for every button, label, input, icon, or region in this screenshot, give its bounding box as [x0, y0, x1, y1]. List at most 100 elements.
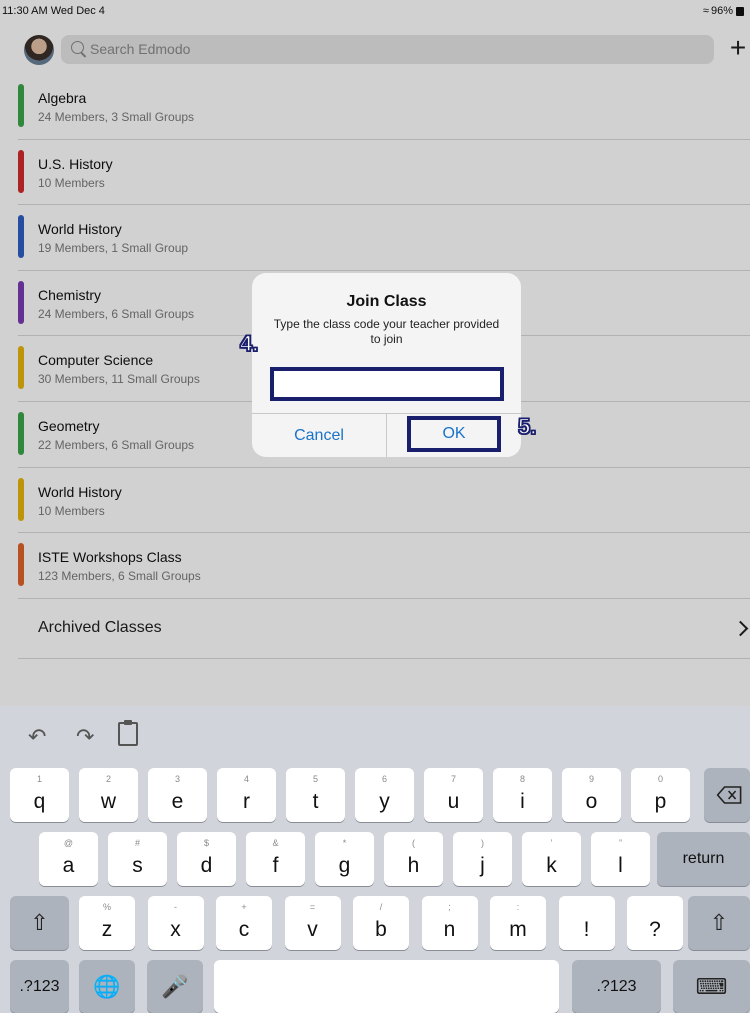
key-label: .?123: [596, 977, 637, 995]
key-g[interactable]: * g: [315, 832, 374, 886]
key-label: f: [272, 854, 279, 877]
key-label: k: [546, 854, 557, 877]
key-label: r: [243, 790, 250, 813]
key-label: m: [509, 918, 527, 941]
key-secondary-label: 6: [381, 774, 387, 784]
key-secondary-label: ): [481, 838, 484, 848]
shift-key-right[interactable]: ⇧: [688, 896, 750, 950]
key-secondary-label: #: [134, 838, 140, 848]
key-l[interactable]: ” l: [591, 832, 650, 886]
step-5-annotation: 5.: [517, 413, 537, 440]
key-label: t: [312, 790, 319, 813]
mic-icon: 🎤: [161, 973, 189, 999]
dialog-title: Join Class: [346, 293, 427, 310]
key-secondary-label: 8: [519, 774, 525, 784]
shift-icon: ⇧: [30, 910, 49, 935]
key-k[interactable]: ’ k: [522, 832, 581, 886]
key-label: e: [171, 790, 184, 813]
key-f[interactable]: & f: [246, 832, 305, 886]
key-secondary-label: 4: [243, 774, 249, 784]
ok-button[interactable]: OK: [407, 416, 501, 452]
key-v[interactable]: = v: [284, 896, 341, 950]
key-label: h: [407, 854, 420, 877]
key-h[interactable]: (h: [384, 832, 443, 886]
key-label: g: [338, 854, 351, 877]
keyboard-shortcut-bar: ↶ ↷: [0, 706, 750, 764]
key-p[interactable]: 0p: [631, 768, 690, 822]
key-label: o: [585, 790, 598, 813]
key-q[interactable]: 1q: [10, 768, 69, 822]
hide-keyboard-key[interactable]: ⌨: [673, 960, 750, 1013]
key-m[interactable]: :m: [490, 896, 546, 950]
keyboard-hide-icon: ⌨: [695, 973, 728, 999]
key-c[interactable]: + c: [216, 896, 272, 950]
key-label: !: [583, 918, 590, 941]
key-y[interactable]: 6y: [355, 768, 414, 822]
key-secondary-label: ’: [550, 838, 553, 848]
key-secondary-label: $: [203, 838, 209, 848]
on-screen-keyboard: ↶ ↷ 1 q 2 w 3 e 4 r 5 t 6 y 7 u 8 i 9 o 0 p @ a # s $ d & f * g(h) j’ k…: [0, 706, 750, 1013]
key-u[interactable]: 7u: [424, 768, 483, 822]
key-secondary-label: &: [272, 838, 279, 848]
key-label: b: [375, 918, 387, 941]
dictation-key[interactable]: 🎤: [147, 960, 203, 1013]
key-label: x: [170, 918, 181, 941]
space-key[interactable]: [214, 960, 559, 1013]
key-exclamation[interactable]: !: [558, 896, 615, 950]
key-label: d: [200, 854, 213, 877]
key-secondary-label: =: [309, 902, 316, 912]
cancel-button[interactable]: Cancel: [252, 414, 386, 457]
key-secondary-label: *: [342, 838, 347, 848]
key-n[interactable]: ; n: [421, 896, 478, 950]
key-i[interactable]: 8i: [493, 768, 552, 822]
key-label: ?: [649, 918, 661, 941]
key-s[interactable]: # s: [108, 832, 167, 886]
undo-icon[interactable]: ↶: [28, 724, 46, 750]
dialog-message: Type the class code your teacher provide…: [273, 317, 500, 346]
key-label: .?123: [19, 977, 60, 995]
key-secondary-label: 1: [36, 774, 42, 784]
key-x[interactable]: -x: [147, 896, 204, 950]
key-secondary-label: %: [102, 902, 111, 912]
key-w[interactable]: 2w: [79, 768, 138, 822]
key-label: q: [33, 790, 46, 813]
key-label: v: [307, 918, 318, 941]
key-secondary-label: ;: [448, 902, 451, 912]
key-r[interactable]: 4r: [217, 768, 276, 822]
join-class-dialog: Join Class Type the class code your teac…: [252, 273, 521, 457]
key-secondary-label: 2: [105, 774, 111, 784]
numbers-key-right[interactable]: .?123: [572, 960, 661, 1013]
numbers-key-left[interactable]: .?123: [10, 960, 69, 1013]
key-z[interactable]: % z: [79, 896, 135, 950]
key-secondary-label: /: [379, 902, 383, 912]
key-question[interactable]: ?: [627, 896, 683, 950]
key-e[interactable]: 3e: [148, 768, 207, 822]
key-label: p: [654, 790, 667, 813]
key-label: i: [520, 790, 525, 813]
key-b[interactable]: / b: [353, 896, 409, 950]
paste-icon[interactable]: [118, 720, 138, 746]
key-label: c: [238, 918, 250, 941]
key-secondary-label: -: [174, 902, 177, 912]
key-label: l: [618, 854, 623, 877]
step-4-annotation: 4.: [239, 330, 259, 357]
key-secondary-label: 5: [312, 774, 318, 784]
key-secondary-label: 7: [450, 774, 456, 784]
key-j[interactable]: ) j: [453, 832, 512, 886]
key-o[interactable]: 9o: [562, 768, 621, 822]
key-label: w: [100, 790, 117, 813]
key-d[interactable]: $ d: [177, 832, 236, 886]
redo-icon[interactable]: ↷: [76, 724, 94, 750]
key-label: u: [447, 790, 460, 813]
globe-key[interactable]: 🌐: [79, 960, 135, 1013]
class-code-input[interactable]: [270, 367, 504, 401]
key-secondary-label: @: [63, 838, 74, 848]
key-t[interactable]: 5t: [286, 768, 345, 822]
return-key[interactable]: return: [657, 832, 750, 886]
shift-key-left[interactable]: ⇧: [10, 896, 69, 950]
shift-icon: ⇧: [709, 910, 729, 935]
key-label: s: [132, 854, 143, 877]
backspace-key[interactable]: [704, 768, 750, 822]
key-secondary-label: 0: [657, 774, 663, 784]
key-a[interactable]: @ a: [39, 832, 98, 886]
